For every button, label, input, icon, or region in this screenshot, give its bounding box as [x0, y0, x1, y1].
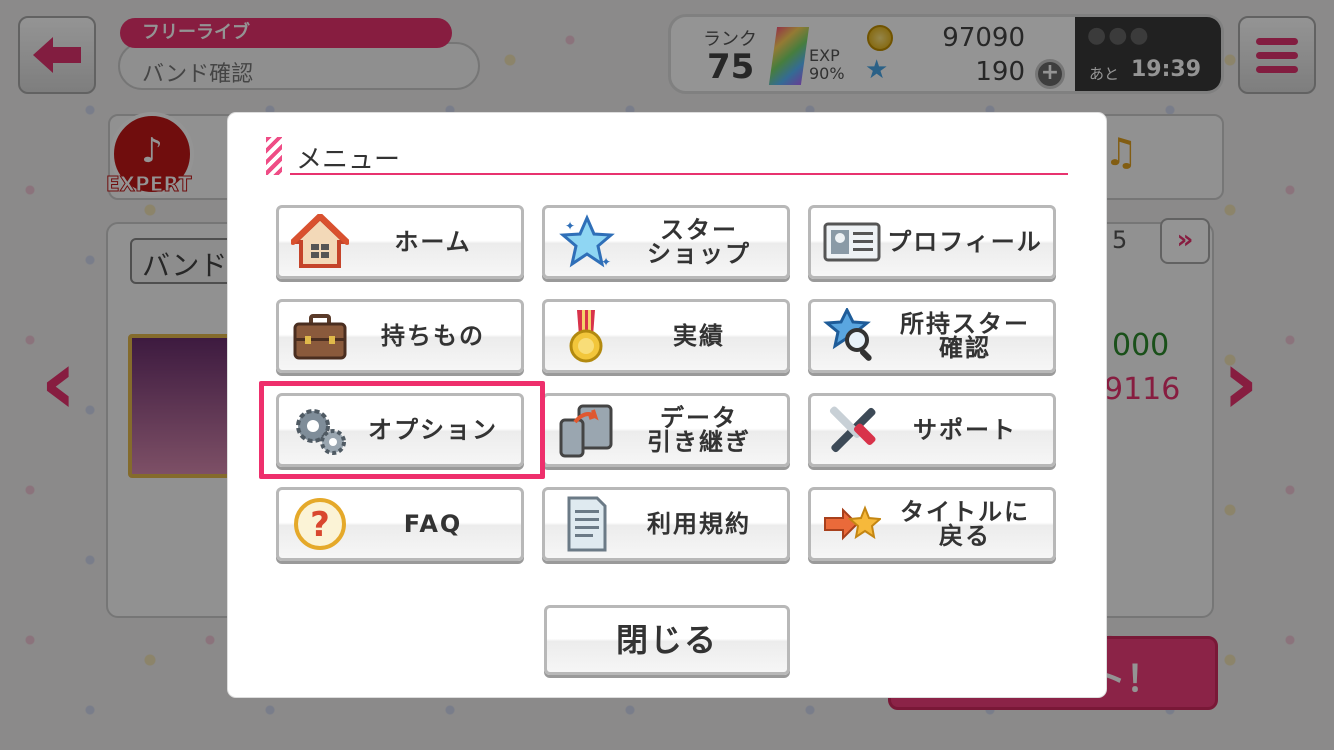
svg-text:?: ? — [310, 505, 330, 545]
device-transfer-icon — [555, 402, 617, 458]
svg-text:✦: ✦ — [601, 255, 611, 269]
menu-profile-button[interactable]: プロフィール — [808, 205, 1056, 279]
menu-faq-button[interactable]: ? FAQ — [276, 487, 524, 561]
menu-return-title-button[interactable]: タイトルに 戻る — [808, 487, 1056, 561]
menu-button-label: FAQ — [403, 510, 463, 538]
star-icon: ✦ ✦ — [555, 214, 617, 270]
menu-data-transfer-button[interactable]: データ 引き継ぎ — [542, 393, 790, 467]
menu-button-label: プロフィール — [887, 228, 1043, 256]
dialog-title: メニュー — [296, 145, 401, 175]
magnifier-star-icon — [821, 308, 883, 364]
medal-icon — [555, 308, 617, 364]
menu-button-label: 利用規約 — [647, 510, 751, 538]
svg-text:✦: ✦ — [565, 219, 575, 233]
id-card-icon — [821, 214, 883, 270]
document-icon — [555, 496, 617, 552]
menu-star-shop-button[interactable]: ✦ ✦ スター ショップ — [542, 205, 790, 279]
menu-support-button[interactable]: サポート — [808, 393, 1056, 467]
menu-owned-stars-button[interactable]: 所持スター 確認 — [808, 299, 1056, 373]
menu-dialog: メニュー ホーム ✦ ✦ スター ショップ プロフィール 持ちもの 実績 所持ス… — [228, 113, 1106, 697]
title-divider — [290, 173, 1068, 175]
question-icon: ? — [289, 496, 351, 552]
menu-button-label: 所持スター 確認 — [900, 310, 1030, 362]
title-stripe-icon — [266, 137, 282, 175]
tools-icon — [821, 402, 883, 458]
menu-terms-button[interactable]: 利用規約 — [542, 487, 790, 561]
menu-button-label: 持ちもの — [381, 322, 485, 350]
arrow-star-icon — [821, 496, 883, 552]
menu-button-label: ホーム — [394, 228, 472, 256]
options-highlight-frame — [259, 381, 545, 479]
close-button[interactable]: 閉じる — [544, 605, 790, 675]
briefcase-icon — [289, 308, 351, 364]
menu-button-label: スター ショップ — [647, 216, 751, 268]
menu-button-label: 実績 — [673, 322, 725, 350]
menu-achievements-button[interactable]: 実績 — [542, 299, 790, 373]
menu-button-label: サポート — [913, 416, 1017, 444]
menu-home-button[interactable]: ホーム — [276, 205, 524, 279]
menu-button-label: タイトルに 戻る — [900, 498, 1030, 550]
menu-button-label: データ 引き継ぎ — [647, 404, 751, 456]
menu-items-button[interactable]: 持ちもの — [276, 299, 524, 373]
house-icon — [289, 214, 351, 270]
